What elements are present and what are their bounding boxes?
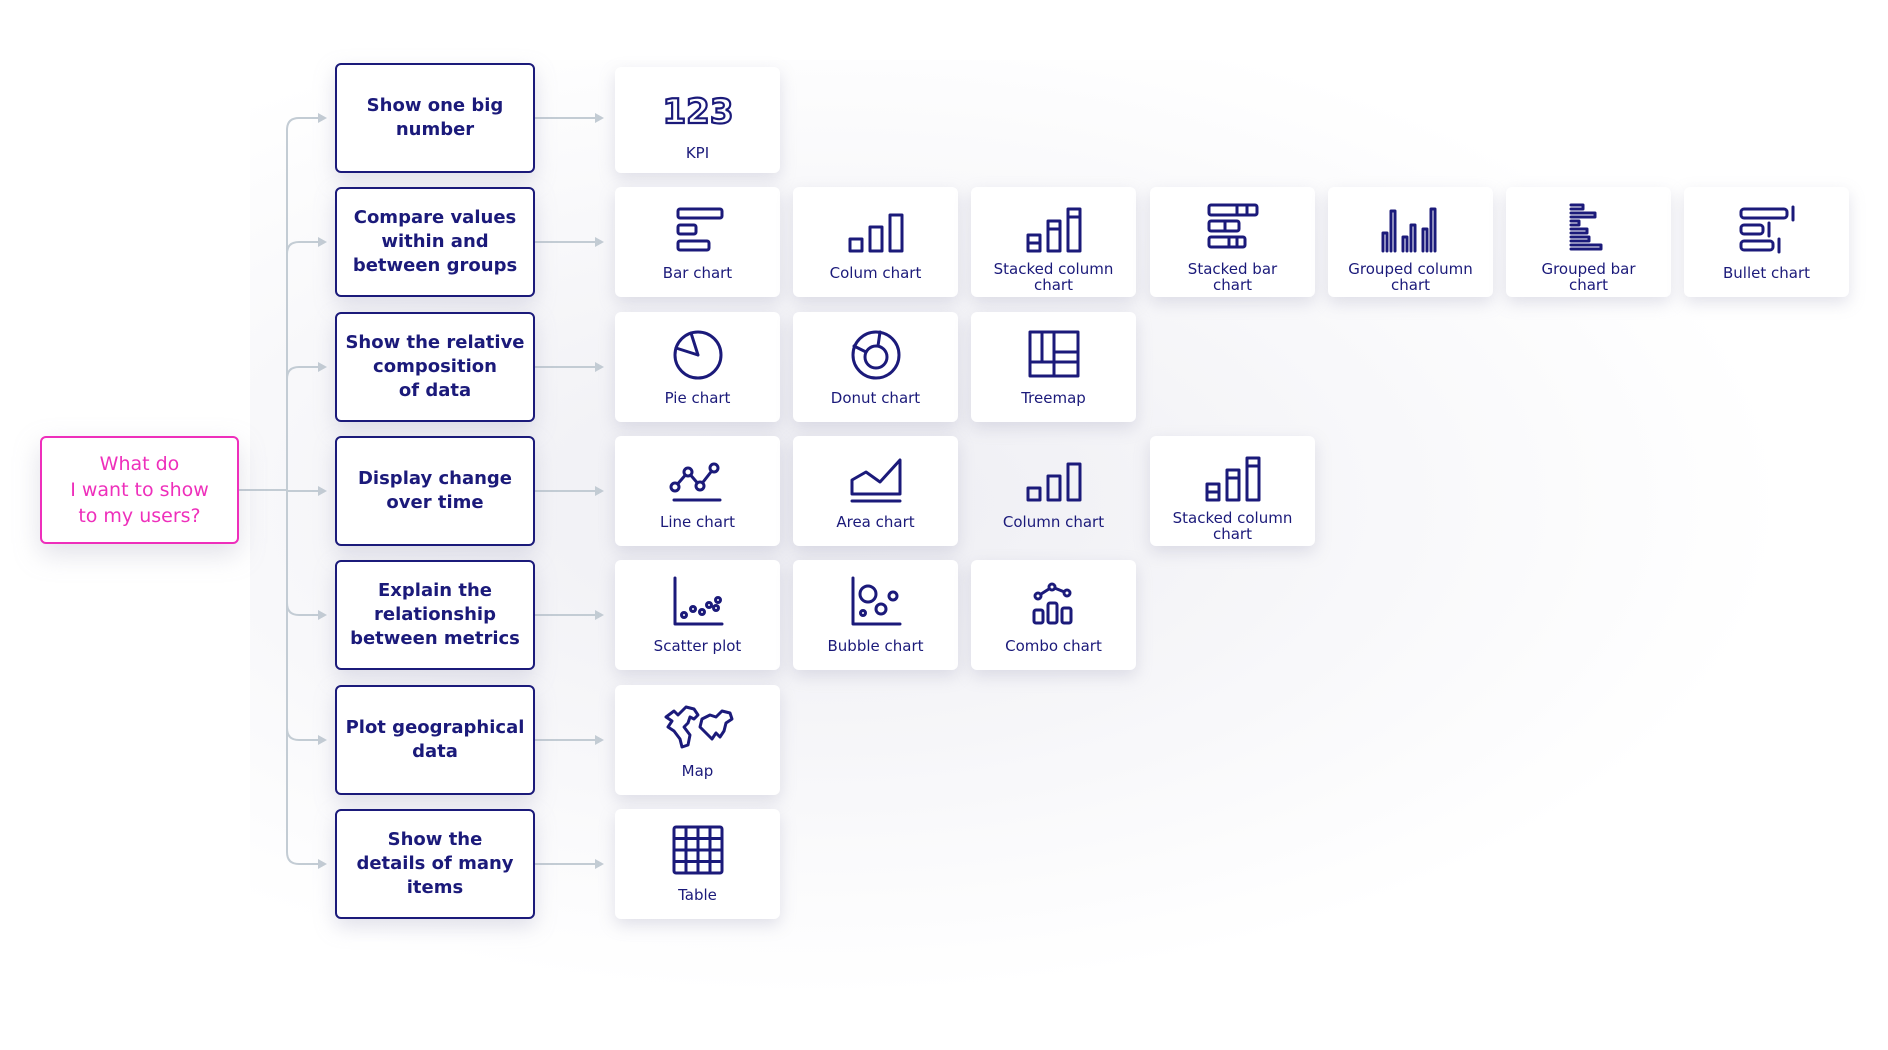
chart-type-label: Stacked column chart (1172, 509, 1293, 543)
chart-type-card[interactable]: Bar chart (615, 187, 780, 297)
chart-type-card[interactable]: Combo chart (971, 560, 1136, 670)
category-node[interactable]: Explain the relationship between metrics (335, 560, 535, 670)
category-node[interactable]: Show the relative composition of data (335, 312, 535, 422)
chart-type-card[interactable]: Area chart (793, 436, 958, 546)
chart-type-label: Stacked column chart (993, 260, 1114, 294)
chart-type-label: Area chart (836, 513, 915, 531)
chart-type-label: Column chart (1002, 513, 1105, 531)
chart-type-label: Grouped column chart (1348, 260, 1473, 294)
svg-text:123: 123 (662, 92, 733, 132)
chart-type-label: KPI (685, 144, 710, 162)
chart-type-label: Treemap (1021, 389, 1086, 407)
chart-type-card[interactable]: Column chart (971, 436, 1136, 546)
line-chart-icon (658, 448, 738, 508)
chart-type-label: Bullet chart (1722, 264, 1810, 282)
treemap-icon (1014, 324, 1094, 384)
bar-chart-icon (658, 199, 738, 259)
combo-chart-icon (1014, 572, 1094, 632)
chart-type-card[interactable]: Table (615, 809, 780, 919)
chart-type-label: Table (678, 886, 717, 904)
chart-type-label: Stacked bar chart (1187, 260, 1278, 294)
chart-type-label: Line chart (659, 513, 736, 531)
chart-type-label: Combo chart (1005, 637, 1102, 655)
bubble-chart-icon (836, 572, 916, 632)
chart-type-card[interactable]: Scatter plot (615, 560, 780, 670)
kpi-123-icon: 123 (658, 79, 738, 139)
chart-type-card[interactable]: Bubble chart (793, 560, 958, 670)
chart-type-card[interactable]: Line chart (615, 436, 780, 546)
chart-type-card[interactable]: Grouped bar chart (1506, 187, 1671, 297)
category-node[interactable]: Show the details of many items (335, 809, 535, 919)
category-node[interactable]: Plot geographical data (335, 685, 535, 795)
category-node[interactable]: Display change over time (335, 436, 535, 546)
column-chart-icon (1014, 448, 1094, 508)
chart-type-label: Bubble chart (827, 637, 924, 655)
chart-type-card[interactable]: Map (615, 685, 780, 795)
grouped-column-chart-icon (1371, 199, 1451, 259)
world-map-icon (658, 697, 738, 757)
root-question-node[interactable]: What do I want to show to my users? (40, 436, 239, 544)
chart-type-label: Map (681, 762, 714, 780)
grouped-bar-chart-icon (1549, 199, 1629, 259)
chart-type-label: Colum chart (829, 264, 922, 282)
chart-type-label: Pie chart (664, 389, 731, 407)
category-node[interactable]: Show one big number (335, 63, 535, 173)
chart-type-card[interactable]: Pie chart (615, 312, 780, 422)
chart-type-label: Grouped bar chart (1541, 260, 1636, 294)
chart-type-card[interactable]: Stacked bar chart (1150, 187, 1315, 297)
stacked-bar-chart-icon (1193, 199, 1273, 259)
bullet-chart-icon (1727, 199, 1807, 259)
stacked-column-chart-icon (1193, 448, 1273, 508)
table-grid-icon (658, 821, 738, 881)
chart-type-card[interactable]: Treemap (971, 312, 1136, 422)
donut-chart-icon (836, 324, 916, 384)
area-chart-icon (836, 448, 916, 508)
chart-type-card[interactable]: Colum chart (793, 187, 958, 297)
column-chart-icon (836, 199, 916, 259)
chart-type-label: Bar chart (662, 264, 733, 282)
chart-type-card[interactable]: Stacked column chart (971, 187, 1136, 297)
chart-type-card[interactable]: Stacked column chart (1150, 436, 1315, 546)
chart-type-card[interactable]: Bullet chart (1684, 187, 1849, 297)
category-node[interactable]: Compare values within and between groups (335, 187, 535, 297)
scatter-plot-icon (658, 572, 738, 632)
stacked-column-chart-icon (1014, 199, 1094, 259)
chart-type-card[interactable]: Grouped column chart (1328, 187, 1493, 297)
chart-type-label: Donut chart (830, 389, 921, 407)
chart-type-label: Scatter plot (653, 637, 742, 655)
pie-chart-icon (658, 324, 738, 384)
chart-type-card[interactable]: 123 KPI (615, 67, 780, 173)
chart-type-card[interactable]: Donut chart (793, 312, 958, 422)
